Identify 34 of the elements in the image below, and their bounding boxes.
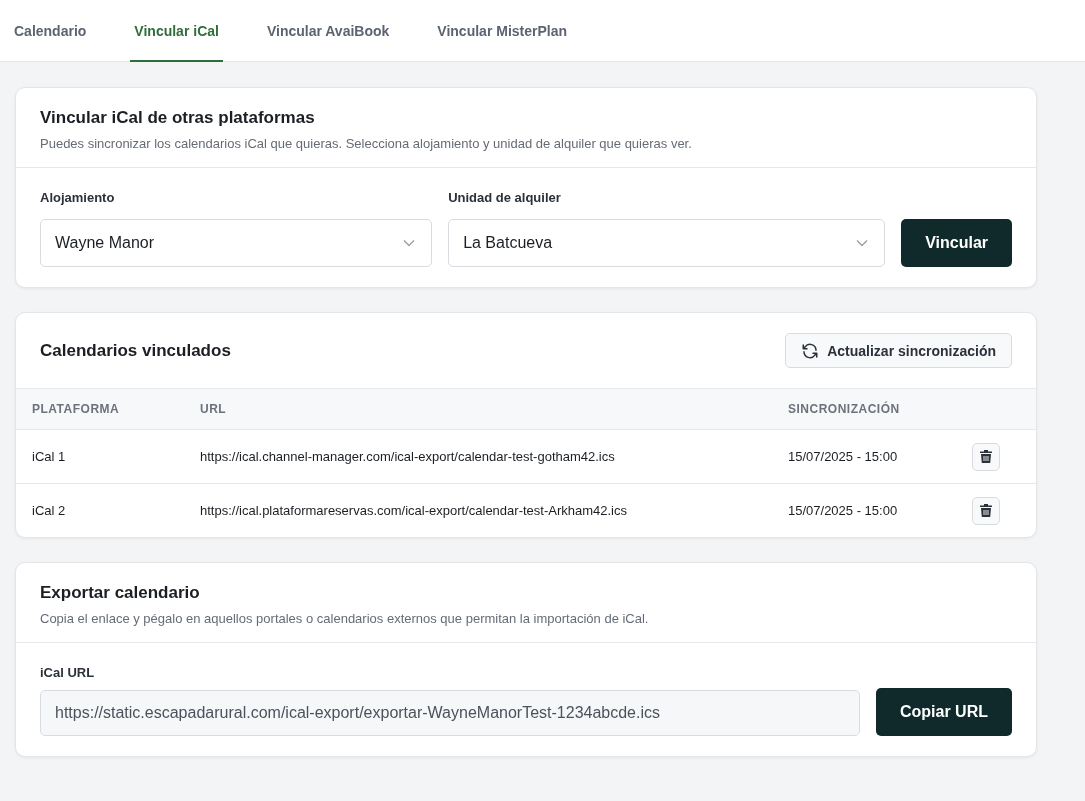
select-field[interactable]: Wayne Manor: [40, 219, 433, 267]
card-title: Calendarios vinculados: [40, 340, 231, 361]
column-header: URL: [184, 389, 772, 430]
column-header: PLATAFORMA: [16, 389, 184, 430]
field-label: Unidad de alquiler: [448, 190, 562, 205]
select-field[interactable]: La Batcueva: [448, 219, 886, 267]
table-cell: iCal 2: [16, 483, 184, 537]
card-title: Exportar calendario: [40, 583, 201, 603]
table-cell: https://ical.channel-manager.com/ical-export/calendar-test-gotham42.ics: [184, 429, 772, 484]
table-cell: iCal 1: [16, 429, 184, 484]
copy-url-button[interactable]: Copiar URL: [876, 688, 1012, 736]
field-label: Alojamiento: [40, 190, 116, 205]
tab[interactable]: Calendario: [14, 1, 91, 62]
card-subtitle: Copia el enlace y pégalo en aquellos portales o calendarios externos que permitan la importación de iCal.: [40, 611, 650, 626]
tab[interactable]: Vincular iCal: [130, 1, 223, 62]
tab[interactable]: Vincular MisterPlan: [433, 1, 572, 62]
refresh-icon: [801, 341, 820, 360]
refresh-sync-button[interactable]: Actualizar sincronización: [785, 333, 1012, 368]
table-cell: https://ical.plataformareservas.com/ical-export/calendar-test-Arkham42.ics: [184, 483, 772, 537]
trash-icon: [980, 504, 992, 517]
column-header: SINCRONIZACIÓN: [772, 389, 956, 430]
card-subtitle: Puedes sincronizar los calendarios iCal que quieras. Selecciona alojamiento y unidad de alquiler que quieras ver.: [40, 136, 693, 151]
link-button[interactable]: Vincular: [901, 219, 1012, 267]
table-cell: 15/07/2025 - 15:00: [772, 429, 956, 484]
trash-icon: [980, 450, 992, 463]
chevron-down-icon: [856, 239, 869, 247]
delete-button[interactable]: [972, 442, 1000, 471]
delete-button[interactable]: [972, 496, 1000, 525]
tab[interactable]: Vincular AvaiBook: [262, 1, 394, 62]
url-field[interactable]: https://static.escapadarural.com/ical-export/exportar-WayneManorTest-1234abcde.ics: [40, 690, 860, 736]
card-title: Vincular iCal de otras plataformas: [40, 108, 316, 128]
field-label: iCal URL: [40, 665, 96, 680]
table-cell: 15/07/2025 - 15:00: [772, 483, 956, 537]
chevron-down-icon: [403, 239, 416, 247]
